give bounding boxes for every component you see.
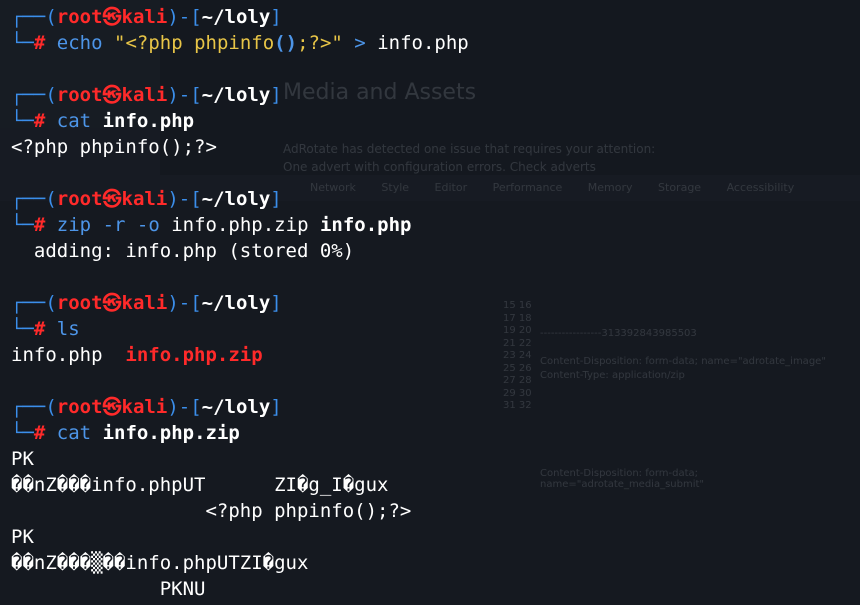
- command-line: └─# echo "<?php phpinfo();?>" > info.php: [11, 32, 469, 54]
- output-line: <?php phpinfo();?>: [11, 136, 217, 158]
- output-line: adding: info.php (stored 0%): [11, 240, 355, 262]
- output-line: PK: [11, 526, 34, 548]
- output-line: ��nZ���info.phpUT ZI�g_I�gux: [11, 474, 389, 496]
- output-line: info.php info.php.zip: [11, 342, 263, 368]
- output-line: PK: [11, 448, 34, 470]
- terminal-output[interactable]: ┌──(root㉿kali)-[~/loly] └─# echo "<?php …: [0, 0, 860, 605]
- output-line: ��nZ���▒��info.phpUTZI�gux: [11, 552, 309, 574]
- prompt-line: ┌──(root㉿kali)-[~/loly]: [11, 84, 282, 106]
- output-line: PKNU: [11, 578, 206, 600]
- command-line: └─# zip -r -o info.php.zip info.php: [11, 214, 412, 236]
- command-line: └─# cat info.php.zip: [11, 422, 240, 444]
- output-line: <?php phpinfo();?>: [11, 500, 412, 522]
- command-line: └─# ls: [11, 318, 80, 340]
- file-entry: info.php: [11, 344, 103, 366]
- command-line: └─# cat info.php: [11, 110, 195, 132]
- file-entry: info.php.zip: [125, 344, 263, 366]
- prompt-line: ┌──(root㉿kali)-[~/loly]: [11, 396, 282, 418]
- prompt-line: ┌──(root㉿kali)-[~/loly]: [11, 292, 282, 314]
- prompt-line: ┌──(root㉿kali)-[~/loly]: [11, 6, 282, 28]
- prompt-line: ┌──(root㉿kali)-[~/loly]: [11, 188, 282, 210]
